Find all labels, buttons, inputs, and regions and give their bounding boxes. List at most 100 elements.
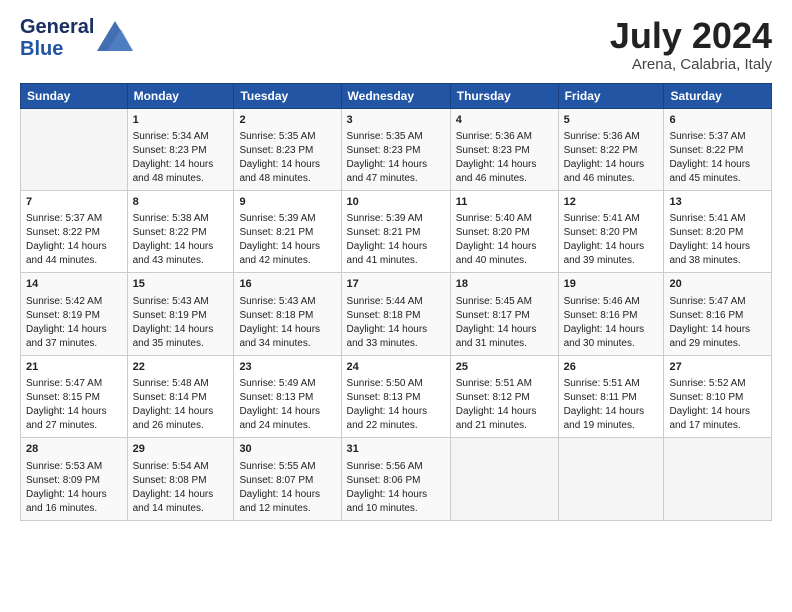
cell-text: Sunset: 8:09 PM: [26, 474, 122, 488]
cell-text: and 30 minutes.: [564, 337, 659, 351]
day-number: 18: [456, 277, 553, 292]
day-number: 20: [669, 277, 766, 292]
cell-text: Daylight: 14 hours: [347, 323, 445, 337]
day-number: 4: [456, 113, 553, 128]
cell-text: Sunset: 8:17 PM: [456, 309, 553, 323]
cell-text: Sunrise: 5:53 AM: [26, 460, 122, 474]
cell-text: Daylight: 14 hours: [564, 405, 659, 419]
cell-text: Daylight: 14 hours: [26, 488, 122, 502]
day-number: 10: [347, 195, 445, 210]
calendar-cell: [450, 438, 558, 520]
logo: General Blue: [20, 16, 133, 60]
cell-text: Daylight: 14 hours: [239, 240, 335, 254]
day-number: 19: [564, 277, 659, 292]
cell-text: Daylight: 14 hours: [133, 405, 229, 419]
cell-text: and 34 minutes.: [239, 337, 335, 351]
cell-text: Sunset: 8:22 PM: [26, 226, 122, 240]
cell-text: Sunset: 8:23 PM: [347, 144, 445, 158]
calendar-cell: 16Sunrise: 5:43 AMSunset: 8:18 PMDayligh…: [234, 273, 341, 355]
cell-text: Daylight: 14 hours: [564, 158, 659, 172]
cell-text: Sunrise: 5:55 AM: [239, 460, 335, 474]
cell-text: Sunrise: 5:34 AM: [133, 130, 229, 144]
cell-text: Sunset: 8:23 PM: [456, 144, 553, 158]
day-number: 6: [669, 113, 766, 128]
cell-text: Daylight: 14 hours: [133, 323, 229, 337]
day-number: 15: [133, 277, 229, 292]
day-number: 21: [26, 360, 122, 375]
cell-text: Sunrise: 5:37 AM: [26, 212, 122, 226]
cell-text: Sunset: 8:08 PM: [133, 474, 229, 488]
cell-text: and 48 minutes.: [239, 172, 335, 186]
col-header-saturday: Saturday: [664, 83, 772, 108]
cell-text: and 16 minutes.: [26, 502, 122, 516]
calendar-cell: 13Sunrise: 5:41 AMSunset: 8:20 PMDayligh…: [664, 190, 772, 272]
day-number: 11: [456, 195, 553, 210]
cell-text: Daylight: 14 hours: [564, 240, 659, 254]
cell-text: Sunrise: 5:36 AM: [456, 130, 553, 144]
calendar-cell: 14Sunrise: 5:42 AMSunset: 8:19 PMDayligh…: [21, 273, 128, 355]
page: General Blue July 2024 Arena, Calabria, …: [0, 0, 792, 533]
cell-text: Sunset: 8:14 PM: [133, 391, 229, 405]
cell-text: and 46 minutes.: [456, 172, 553, 186]
cell-text: and 44 minutes.: [26, 254, 122, 268]
cell-text: Daylight: 14 hours: [239, 488, 335, 502]
cell-text: Sunset: 8:13 PM: [347, 391, 445, 405]
cell-text: and 48 minutes.: [133, 172, 229, 186]
calendar-cell: 31Sunrise: 5:56 AMSunset: 8:06 PMDayligh…: [341, 438, 450, 520]
cell-text: Sunrise: 5:43 AM: [239, 295, 335, 309]
calendar-cell: 25Sunrise: 5:51 AMSunset: 8:12 PMDayligh…: [450, 355, 558, 437]
logo-icon: [97, 21, 133, 51]
cell-text: Sunset: 8:10 PM: [669, 391, 766, 405]
cell-text: and 41 minutes.: [347, 254, 445, 268]
cell-text: Sunrise: 5:42 AM: [26, 295, 122, 309]
calendar-cell: 6Sunrise: 5:37 AMSunset: 8:22 PMDaylight…: [664, 108, 772, 190]
cell-text: Sunset: 8:21 PM: [239, 226, 335, 240]
cell-text: Daylight: 14 hours: [26, 240, 122, 254]
cell-text: and 47 minutes.: [347, 172, 445, 186]
calendar-cell: 8Sunrise: 5:38 AMSunset: 8:22 PMDaylight…: [127, 190, 234, 272]
calendar-cell: 1Sunrise: 5:34 AMSunset: 8:23 PMDaylight…: [127, 108, 234, 190]
cell-text: and 39 minutes.: [564, 254, 659, 268]
calendar-cell: [558, 438, 664, 520]
cell-text: and 26 minutes.: [133, 419, 229, 433]
day-number: 5: [564, 113, 659, 128]
cell-text: Sunrise: 5:35 AM: [347, 130, 445, 144]
cell-text: Daylight: 14 hours: [26, 323, 122, 337]
day-number: 25: [456, 360, 553, 375]
cell-text: Sunrise: 5:54 AM: [133, 460, 229, 474]
cell-text: Sunset: 8:18 PM: [347, 309, 445, 323]
day-number: 16: [239, 277, 335, 292]
cell-text: Sunset: 8:23 PM: [133, 144, 229, 158]
calendar-cell: 23Sunrise: 5:49 AMSunset: 8:13 PMDayligh…: [234, 355, 341, 437]
header: General Blue July 2024 Arena, Calabria, …: [20, 16, 772, 73]
cell-text: and 22 minutes.: [347, 419, 445, 433]
cell-text: Daylight: 14 hours: [347, 488, 445, 502]
cell-text: Sunset: 8:22 PM: [564, 144, 659, 158]
cell-text: Sunset: 8:06 PM: [347, 474, 445, 488]
cell-text: and 43 minutes.: [133, 254, 229, 268]
cell-text: Daylight: 14 hours: [133, 158, 229, 172]
day-number: 28: [26, 442, 122, 457]
cell-text: Sunset: 8:15 PM: [26, 391, 122, 405]
logo-line2: Blue: [20, 38, 94, 60]
day-number: 9: [239, 195, 335, 210]
calendar-cell: [664, 438, 772, 520]
day-number: 12: [564, 195, 659, 210]
cell-text: Sunset: 8:19 PM: [26, 309, 122, 323]
col-header-thursday: Thursday: [450, 83, 558, 108]
calendar-cell: 7 Sunrise: 5:37 AMSunset: 8:22 PMDaylight…: [21, 190, 128, 272]
col-header-tuesday: Tuesday: [234, 83, 341, 108]
cell-text: Daylight: 14 hours: [669, 240, 766, 254]
cell-text: Sunset: 8:18 PM: [239, 309, 335, 323]
day-number: 22: [133, 360, 229, 375]
cell-text: and 17 minutes.: [669, 419, 766, 433]
cell-text: Sunset: 8:20 PM: [669, 226, 766, 240]
calendar-cell: 11Sunrise: 5:40 AMSunset: 8:20 PMDayligh…: [450, 190, 558, 272]
cell-text: Sunrise: 5:39 AM: [347, 212, 445, 226]
cell-text: Sunset: 8:20 PM: [456, 226, 553, 240]
cell-text: Sunrise: 5:40 AM: [456, 212, 553, 226]
calendar-cell: 3Sunrise: 5:35 AMSunset: 8:23 PMDaylight…: [341, 108, 450, 190]
col-header-wednesday: Wednesday: [341, 83, 450, 108]
cell-text: Sunset: 8:20 PM: [564, 226, 659, 240]
day-number: 7: [26, 195, 122, 210]
